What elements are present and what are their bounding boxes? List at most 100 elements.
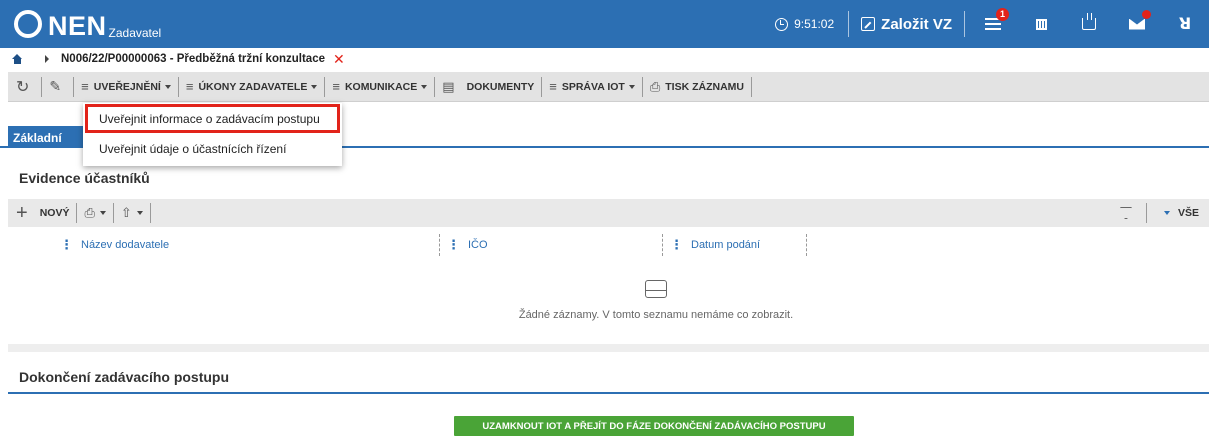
publish-menu-label: UVEŘEJNĚNÍ — [93, 80, 161, 93]
column-menu-icon[interactable]: ⋮ — [670, 237, 683, 253]
toolbar-divider — [177, 76, 179, 97]
close-icon[interactable]: ✕ — [333, 51, 345, 68]
chevron-down-icon[interactable] — [1163, 211, 1170, 215]
column-header-ico[interactable]: ⋮ IČO — [447, 230, 488, 260]
home-icon[interactable] — [12, 54, 23, 64]
print-icon: ⎙ — [649, 78, 661, 94]
iot-management-button[interactable]: ≡ SPRÁVA IOT — [549, 79, 635, 94]
tab-basic[interactable]: Základní — [8, 126, 88, 148]
breadcrumb-title: N006/22/P00000063 - Předběžná tržní konz… — [61, 53, 325, 65]
messages-button[interactable] — [1113, 0, 1161, 48]
menu-item-publish-procedure-info[interactable]: Uveřejnit informace o zadávacím postupu — [85, 104, 340, 133]
column-divider[interactable] — [662, 234, 663, 256]
export-icon[interactable]: ⇧ — [121, 205, 132, 221]
filter-all-label[interactable]: VŠE — [1178, 207, 1199, 219]
column-header-supplier-name[interactable]: ⋮ Název dodavatele — [60, 230, 169, 260]
completion-section-title: Dokončení zadávacího postupu — [19, 369, 230, 385]
menu-badge: 1 — [996, 8, 1009, 21]
refresh-icon[interactable]: ↻ — [16, 77, 29, 97]
mail-icon — [1129, 18, 1145, 30]
column-label: Datum podání — [691, 239, 761, 251]
create-tender-button[interactable]: Založit VZ — [853, 16, 960, 33]
chevron-down-icon — [311, 84, 318, 89]
user-icon: ꓤ — [1178, 16, 1192, 33]
calculator-icon — [1035, 18, 1047, 30]
document-icon: ▤ — [442, 78, 455, 94]
create-tender-label: Založit VZ — [881, 15, 952, 33]
publish-dropdown-menu: Uveřejnit informace o zadávacím postupu … — [83, 103, 342, 166]
session-clock: 9:51:02 — [775, 17, 834, 31]
header-divider — [964, 11, 965, 37]
toolbar-divider — [1145, 203, 1147, 223]
toolbar-divider — [112, 203, 114, 223]
chevron-down-icon — [421, 84, 428, 89]
toolbar-divider — [41, 76, 43, 97]
list-footer — [8, 344, 1209, 352]
menu-button[interactable]: 1 — [969, 0, 1017, 48]
publish-menu-button[interactable]: ≡ UVEŘEJNĚNÍ — [81, 79, 171, 94]
edit-pencil-icon[interactable]: ✎ — [49, 78, 61, 95]
filter-icon[interactable] — [1119, 207, 1132, 219]
chevron-down-icon — [164, 84, 171, 89]
header-divider — [848, 11, 850, 37]
inbox-button[interactable] — [1065, 0, 1113, 48]
empty-state-text: Žádné záznamy. V tomto seznamu nemáme co… — [518, 309, 794, 321]
communication-button[interactable]: ≡ KOMUNIKACE — [332, 79, 428, 94]
lock-iot-and-complete-button[interactable]: UZAMKNOUT IOT A PŘEJÍT DO FÁZE DOKONČENÍ… — [454, 416, 854, 436]
section-divider — [8, 392, 1209, 394]
filter-controls: VŠE — [1119, 199, 1199, 227]
column-menu-icon[interactable]: ⋮ — [447, 237, 460, 253]
chevron-down-icon[interactable] — [99, 211, 106, 215]
chevron-down-icon[interactable] — [136, 211, 143, 215]
toolbar-divider — [434, 76, 436, 97]
column-header-submission-date[interactable]: ⋮ Datum podání — [670, 230, 760, 260]
toolbar-divider — [641, 76, 643, 97]
new-participant-button[interactable]: NOVÝ — [40, 207, 70, 219]
column-divider[interactable] — [806, 234, 807, 256]
main-toolbar: ↻ ✎ ≡ UVEŘEJNĚNÍ ≡ ÚKONY ZADAVATELE ≡ KO… — [8, 72, 1209, 102]
list-icon: ≡ — [332, 79, 340, 94]
toolbar-divider — [541, 76, 543, 97]
logo-subtitle: Zadavatel — [108, 26, 162, 40]
column-divider[interactable] — [439, 234, 440, 256]
breadcrumb: N006/22/P00000063 - Předběžná tržní konz… — [0, 48, 1209, 70]
logo-circle-icon — [14, 10, 42, 38]
iot-management-label: SPRÁVA IOT — [561, 80, 625, 93]
messages-notification-dot — [1142, 10, 1151, 19]
communication-label: KOMUNIKACE — [344, 80, 418, 93]
column-label: IČO — [468, 239, 488, 251]
list-icon: ≡ — [549, 79, 557, 94]
list-icon: ≡ — [81, 79, 89, 94]
top-right-controls: 9:51:02 Založit VZ 1 ꓤ — [775, 0, 1209, 48]
edit-icon — [861, 17, 876, 31]
participants-section-title: Evidence účastníků — [19, 170, 150, 186]
clock-icon — [775, 17, 789, 31]
nen-logo[interactable]: NEN Zadavatel — [14, 7, 161, 41]
toolbar-divider — [751, 76, 753, 97]
top-bar: NEN Zadavatel 9:51:02 Založit VZ 1 ꓤ — [0, 0, 1209, 48]
inbox-download-icon — [1082, 13, 1096, 30]
plus-icon[interactable]: + — [16, 203, 28, 223]
documents-button[interactable]: ▤ DOKUMENTY — [442, 79, 534, 95]
print-icon[interactable]: ⎙ — [84, 205, 94, 221]
user-button[interactable]: ꓤ — [1161, 0, 1209, 48]
toolbar-divider — [73, 76, 75, 97]
list-icon: ≡ — [185, 79, 194, 94]
column-menu-icon[interactable]: ⋮ — [60, 237, 73, 253]
print-record-label: TISK ZÁZNAMU — [665, 80, 745, 93]
toolbar-divider — [324, 76, 326, 97]
participants-toolbar: + NOVÝ ⎙ ⇧ VŠE — [8, 199, 1209, 227]
breadcrumb-arrow-icon — [45, 55, 49, 63]
column-label: Název dodavatele — [81, 239, 170, 251]
print-record-button[interactable]: ⎙ TISK ZÁZNAMU — [650, 79, 744, 95]
contracting-actions-button[interactable]: ≡ ÚKONY ZADAVATELE — [186, 79, 318, 94]
empty-inbox-icon — [645, 280, 667, 298]
logo-text: NEN — [48, 11, 107, 41]
menu-item-publish-participants-data[interactable]: Uveřejnit údaje o účastnících řízení — [83, 133, 342, 164]
chevron-down-icon — [628, 84, 635, 89]
toolbar-divider — [76, 203, 78, 223]
contracting-actions-label: ÚKONY ZADAVATELE — [198, 80, 308, 93]
toolbar-divider — [149, 203, 151, 223]
calculator-button[interactable] — [1017, 0, 1065, 48]
clock-time: 9:51:02 — [794, 17, 835, 31]
